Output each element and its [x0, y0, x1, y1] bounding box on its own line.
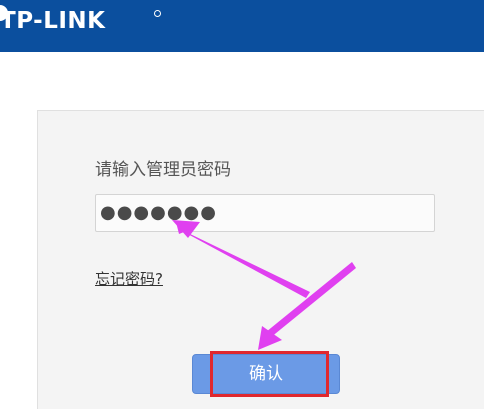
highlight-box: [210, 351, 329, 397]
password-mask: ●●●●●●●: [100, 202, 217, 223]
password-input[interactable]: ●●●●●●●: [95, 194, 435, 232]
password-prompt: 请输入管理员密码: [95, 160, 231, 180]
forgot-password-link[interactable]: 忘记密码?: [95, 268, 163, 290]
top-banner: TP-LINK: [0, 0, 484, 52]
registered-mark-icon: [154, 10, 161, 17]
brand-logo: TP-LINK: [0, 8, 106, 34]
